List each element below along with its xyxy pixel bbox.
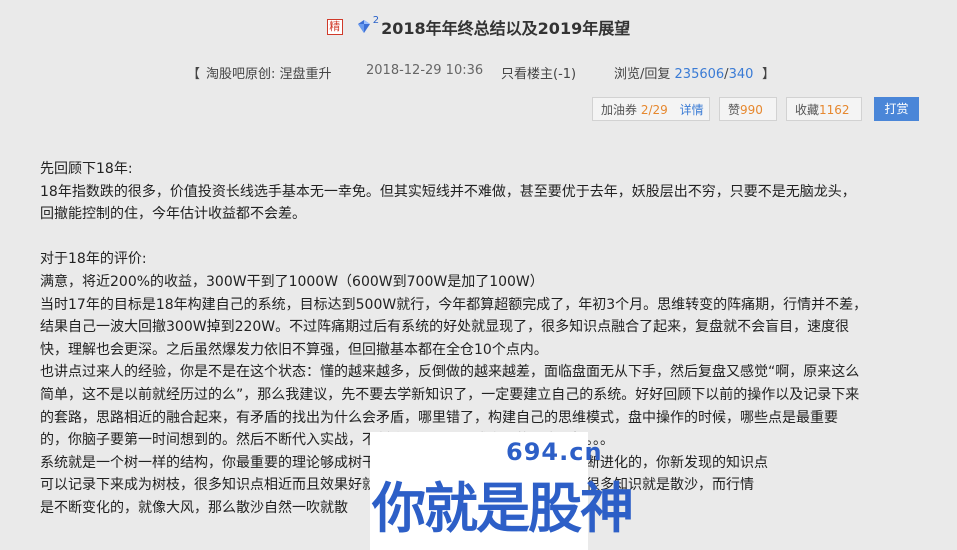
like-label: 赞: [728, 103, 741, 117]
like-button[interactable]: 赞990: [719, 97, 777, 121]
watermark-logo: 694.cn 你就是股神: [370, 432, 634, 550]
coupon-label: 加油券: [601, 103, 638, 117]
coupon-detail-link[interactable]: 详情: [680, 103, 704, 117]
coupon-value: 2/29: [640, 103, 668, 117]
views-count: 235606: [674, 67, 725, 82]
meta-bracket-right: 】: [762, 67, 776, 82]
like-count: 990: [740, 103, 763, 117]
content-line: 也讲点过来人的经验，你是不是在这个状态：懂的越来越多，反倒做的越来越差，面临盘面…: [40, 364, 860, 381]
diamond-level-icon: [357, 20, 370, 33]
watermark-slogan: 你就是股神: [372, 477, 634, 540]
favorite-button[interactable]: 收藏1162: [786, 97, 862, 121]
level-number: 2: [372, 14, 380, 26]
views-label: 浏览/回复: [614, 67, 671, 82]
post-title-row: 精 2 2018年年终总结以及2019年展望: [0, 13, 957, 41]
content-line: 回撤能控制的住，今年估计收益都不会差。: [40, 206, 306, 223]
meta-bracket-left: 【: [187, 67, 201, 82]
favorite-label: 收藏: [795, 103, 820, 117]
replies-count: 340: [728, 67, 754, 82]
tip-button[interactable]: 打赏: [874, 97, 919, 121]
watermark-site: 694.cn: [506, 438, 603, 466]
content-line: 快，理解也会更深。之后虽然爆发力依旧不算强，但回撤基本都在全仓10个点内。: [40, 341, 548, 358]
post-meta: 【 淘股吧原创: 涅盘重升 2018-12-29 10:36 只看楼主(-1) …: [0, 61, 957, 82]
content-line: 简单，这不是以前就经历过的么”，那么我建议，先不要去学新知识了，一定要建立自己的…: [40, 386, 860, 403]
content-line: 的套路，思路相近的融合起来，有矛盾的找出为什么会矛盾，哪里错了，构建自己的思维模…: [40, 409, 838, 426]
content-line: 当时17年的目标是18年构建自己的系统，目标达到500W就行，今年都算超额完成了…: [40, 296, 868, 313]
content-line: 先回顾下18年:: [40, 161, 133, 177]
only-op-link[interactable]: 只看楼主(-1): [501, 63, 576, 82]
views-replies: 浏览/回复 235606/340: [614, 63, 753, 82]
content-line: 18年指数跌的很多，价值投资长线选手基本无一幸免。但其实短线并不难做，甚至要优于…: [40, 183, 856, 200]
content-line: 对于18年的评价:: [40, 251, 147, 268]
fuel-coupon-box[interactable]: 加油券 2/29 详情: [592, 97, 710, 121]
post-datetime: 2018-12-29 10:36: [366, 63, 484, 78]
featured-badge: 精: [326, 19, 343, 35]
post-title: 2018年年终总结以及2019年展望: [381, 19, 631, 38]
content-line: 满意，将近200%的收益，300W干到了1000W（600W到700W是加了10…: [40, 273, 544, 290]
content-line: 结果自己一波大回撤300W掉到220W。不过阵痛期过后有系统的好处就显现了，很多…: [40, 319, 850, 336]
favorite-count: 1162: [819, 103, 850, 117]
author-link[interactable]: 淘股吧原创: 涅盘重升: [206, 63, 332, 82]
